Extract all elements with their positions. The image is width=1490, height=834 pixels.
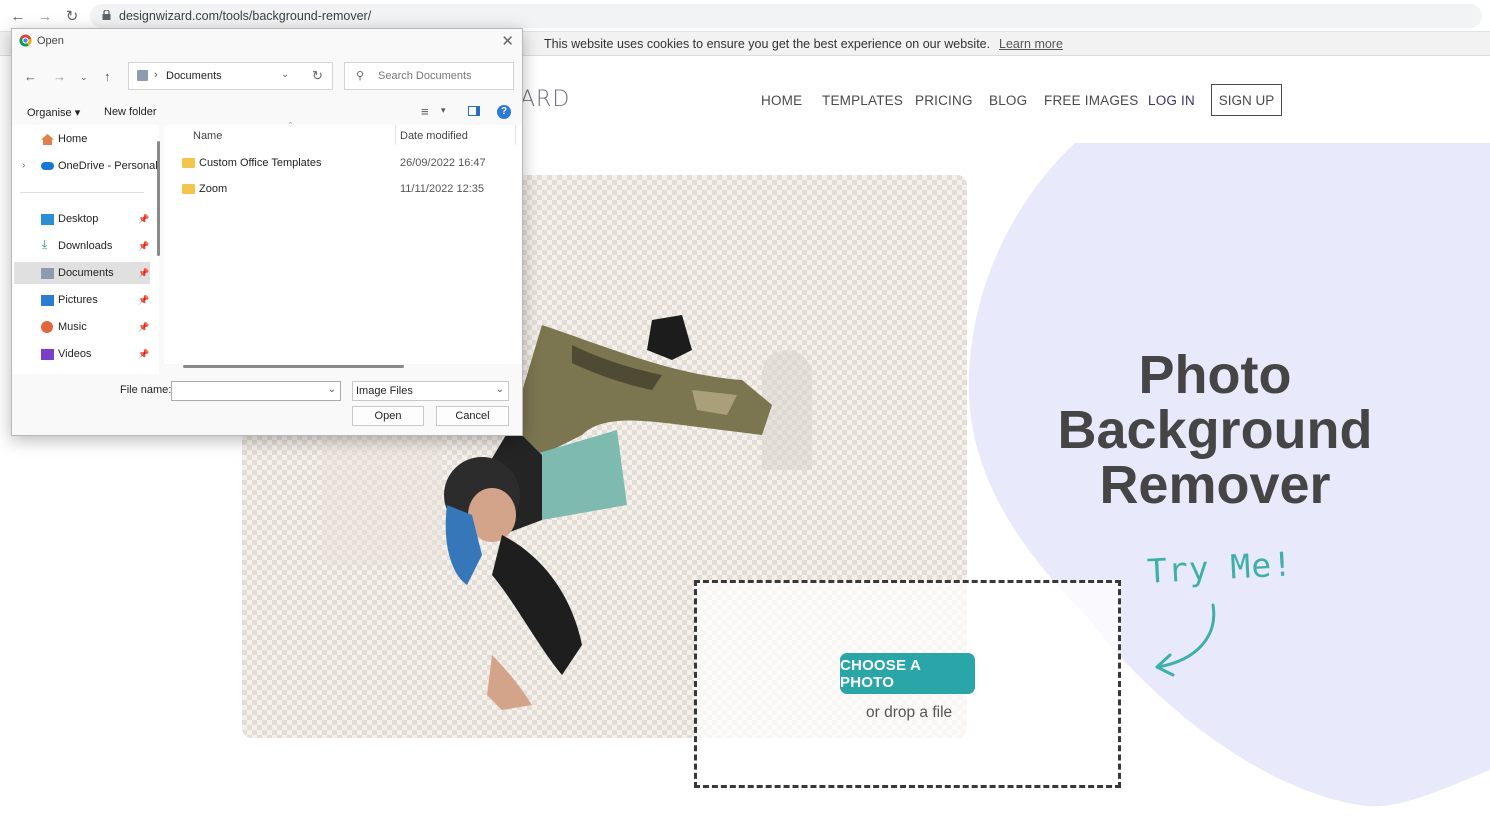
nav-free-images[interactable]: FREE IMAGES xyxy=(1044,93,1138,108)
file-name-label: File name: xyxy=(120,384,172,396)
file-type-select[interactable]: Image Files ⌄ xyxy=(352,381,509,401)
page-title: Photo Background Remover xyxy=(1030,348,1400,513)
search-icon: ⚲ xyxy=(356,70,365,82)
refresh-icon[interactable]: ↻ xyxy=(312,68,323,84)
pin-icon[interactable]: 📌 xyxy=(138,268,149,279)
cloud-icon xyxy=(41,162,54,170)
address-path[interactable]: › Documents ⌄ ↻ xyxy=(128,62,333,90)
lock-icon xyxy=(102,10,111,20)
title-line-3: Remover xyxy=(1099,455,1331,515)
sign-up-button[interactable]: SIGN UP xyxy=(1211,84,1282,116)
file-list-scrollbar[interactable] xyxy=(183,365,404,368)
nav-scrollbar[interactable] xyxy=(157,141,160,256)
pin-icon[interactable]: 📌 xyxy=(138,295,149,306)
dialog-title: Open xyxy=(37,35,64,47)
search-placeholder: Search Documents xyxy=(378,70,472,82)
url-text: designwizard.com/tools/background-remove… xyxy=(119,9,372,23)
sort-up-icon: ˆ xyxy=(289,121,292,131)
chevron-down-icon[interactable]: ⌄ xyxy=(80,72,88,83)
nav-blog[interactable]: BLOG xyxy=(989,93,1027,108)
title-line-2: Background xyxy=(1057,400,1373,460)
videos-icon xyxy=(41,349,54,360)
pin-icon[interactable]: 📌 xyxy=(138,349,149,360)
title-line-1: Photo xyxy=(1138,345,1292,405)
up-icon[interactable]: ↑ xyxy=(104,69,111,84)
file-name[interactable]: Zoom xyxy=(199,183,227,195)
nav-item-documents[interactable]: Documents xyxy=(58,267,114,279)
nav-item-videos[interactable]: Videos xyxy=(58,348,91,360)
documents-icon xyxy=(41,268,54,279)
column-divider xyxy=(395,125,396,145)
chrome-icon xyxy=(19,34,32,47)
file-open-dialog: Open ✕ ← → ⌄ ↑ › Documents ⌄ ↻ ⚲ Search … xyxy=(11,28,523,436)
column-name[interactable]: Name xyxy=(193,130,222,142)
folder-icon xyxy=(182,184,195,194)
nav-pricing[interactable]: PRICING xyxy=(915,93,973,108)
chevron-down-icon[interactable]: ⌄ xyxy=(496,384,504,395)
download-icon: ⤓ xyxy=(42,237,48,251)
file-date: 11/11/2022 12:35 xyxy=(400,183,485,195)
chevron-down-icon[interactable]: ⌄ xyxy=(328,384,336,395)
close-icon[interactable]: ✕ xyxy=(501,32,514,50)
pictures-icon xyxy=(41,295,54,306)
file-name-input[interactable]: ⌄ xyxy=(171,381,341,401)
address-bar[interactable]: designwizard.com/tools/background-remove… xyxy=(90,4,1482,28)
nav-item-downloads[interactable]: Downloads xyxy=(58,240,112,252)
pin-icon[interactable]: 📌 xyxy=(138,214,149,225)
home-icon xyxy=(41,134,54,145)
chevron-down-icon[interactable]: ⌄ xyxy=(281,69,289,80)
nav-item-home[interactable]: Home xyxy=(58,133,87,145)
forward-icon[interactable]: → xyxy=(53,69,66,84)
address-text: Documents xyxy=(166,70,222,82)
choose-photo-button[interactable]: CHOOSE A PHOTO xyxy=(840,653,975,694)
nav-item-pictures[interactable]: Pictures xyxy=(58,294,98,306)
cancel-button[interactable]: Cancel xyxy=(436,406,509,426)
new-folder-button[interactable]: New folder xyxy=(104,106,157,118)
divider xyxy=(20,192,144,193)
view-list-icon[interactable]: ≡ xyxy=(421,104,429,119)
nav-item-onedrive[interactable]: OneDrive - Personal xyxy=(58,160,158,172)
organise-menu[interactable]: Organise ▾ xyxy=(27,106,80,119)
file-list: ˆ Name Date modified Custom Office Templ… xyxy=(164,121,522,364)
chevron-right-icon[interactable]: › xyxy=(22,160,25,171)
drop-file-text: or drop a file xyxy=(866,704,953,721)
pin-icon[interactable]: 📌 xyxy=(138,241,149,252)
learn-more-link[interactable]: Learn more xyxy=(999,37,1063,51)
site-logo[interactable]: ARD xyxy=(520,87,570,112)
desktop-icon xyxy=(41,214,54,225)
back-icon[interactable]: ← xyxy=(24,69,37,84)
open-button[interactable]: Open xyxy=(352,406,424,426)
forward-icon[interactable]: → xyxy=(35,6,55,26)
folder-icon xyxy=(182,158,195,168)
nav-item-desktop[interactable]: Desktop xyxy=(58,213,98,225)
back-icon[interactable]: ← xyxy=(8,6,28,26)
nav-item-music[interactable]: Music xyxy=(58,321,87,333)
pin-icon[interactable]: 📌 xyxy=(138,322,149,333)
file-date: 26/09/2022 16:47 xyxy=(400,157,486,169)
cookie-text: This website uses cookies to ensure you … xyxy=(544,37,991,51)
nav-log-in[interactable]: LOG IN xyxy=(1148,93,1195,108)
column-date-modified[interactable]: Date modified xyxy=(400,130,468,142)
column-divider xyxy=(515,125,516,145)
file-name[interactable]: Custom Office Templates xyxy=(199,157,321,169)
music-icon xyxy=(41,321,53,333)
search-field[interactable]: ⚲ Search Documents xyxy=(344,62,514,90)
curved-arrow-icon xyxy=(1155,603,1216,677)
nav-templates[interactable]: TEMPLATES xyxy=(822,93,903,108)
documents-icon xyxy=(137,70,148,81)
file-type-value: Image Files xyxy=(356,385,413,397)
breadcrumb-chevron-icon: › xyxy=(154,69,158,81)
preview-pane-icon[interactable] xyxy=(468,106,480,116)
chevron-down-icon[interactable]: ▾ xyxy=(441,105,446,116)
help-icon[interactable]: ? xyxy=(497,105,511,119)
reload-icon[interactable]: ↻ xyxy=(62,6,82,26)
navigation-pane: Home › OneDrive - Personal Desktop 📌 ⤓ D… xyxy=(12,125,159,374)
nav-home[interactable]: HOME xyxy=(761,93,802,108)
try-me-label: Try Me! xyxy=(1146,544,1294,591)
